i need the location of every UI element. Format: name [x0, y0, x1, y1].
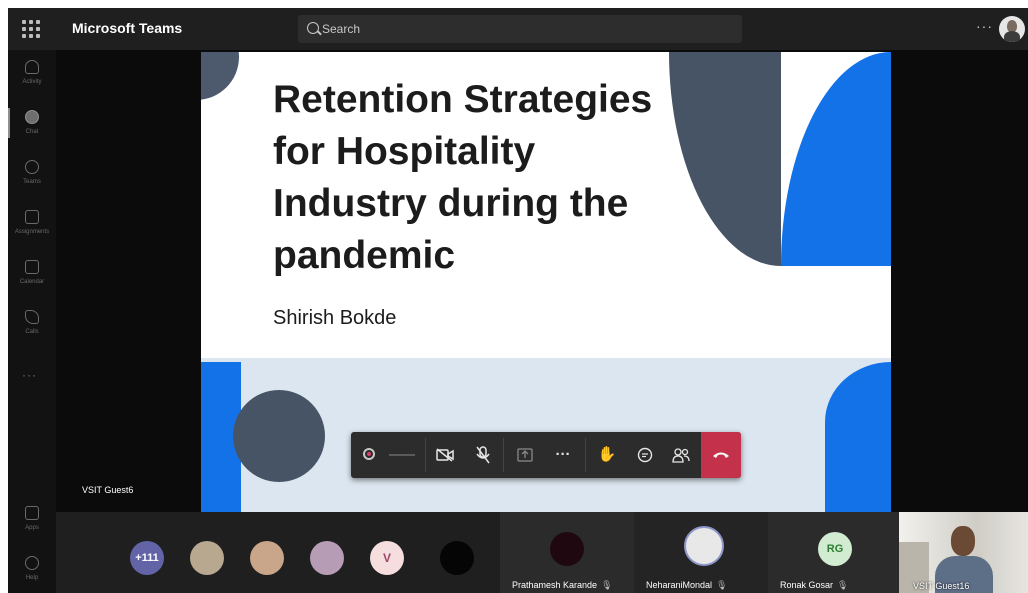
participant-avatar-initials: RG	[818, 532, 852, 566]
slide-decor-circle-dark	[233, 390, 325, 482]
participant-tile[interactable]: RG Ronak Gosar 🎙	[768, 512, 899, 593]
title-bar: Microsoft Teams Search ···	[8, 8, 1028, 50]
overflow-participants-button[interactable]: +111	[130, 541, 164, 575]
call-controls: ··· ✋	[351, 432, 741, 478]
slide-decor-circle	[201, 52, 239, 100]
bell-icon	[25, 60, 39, 74]
rail-label: Assignments	[14, 229, 50, 235]
rail-item-chat[interactable]: Chat	[8, 106, 56, 152]
participant-tile[interactable]: NeharaniMondal 🎙	[634, 512, 768, 593]
rail-item-assignments[interactable]: Assignments	[8, 206, 56, 252]
mic-off-icon: 🎙	[601, 580, 613, 590]
chat-icon[interactable]	[627, 432, 663, 478]
more-options-icon[interactable]: ···	[976, 18, 993, 34]
participant-name: Prathamesh Karande 🎙	[512, 580, 613, 590]
participant-avatar-initial[interactable]: V	[370, 541, 404, 575]
calendar-icon	[25, 260, 39, 274]
app-launcher-icon[interactable]	[22, 20, 40, 38]
participant-video-tile[interactable]: VSIT Guest16	[899, 512, 1028, 593]
rail-label: Apps	[25, 525, 39, 531]
hang-up-button[interactable]	[701, 432, 741, 478]
participant-avatar[interactable]	[250, 541, 284, 575]
presenter-name: VSIT Guest6	[82, 485, 134, 495]
more-apps-icon[interactable]: ···	[22, 368, 37, 382]
rail-label: Calls	[25, 329, 39, 335]
rail-item-teams[interactable]: Teams	[8, 156, 56, 202]
app-title: Microsoft Teams	[72, 20, 183, 36]
recording-icon	[363, 448, 375, 460]
rail-item-help[interactable]: Help	[8, 552, 56, 593]
mic-off-icon[interactable]	[465, 432, 501, 478]
rail-label: Teams	[23, 179, 41, 185]
rail-label: Help	[25, 575, 39, 581]
rail-item-calls[interactable]: Calls	[8, 306, 56, 352]
participant-name: VSIT Guest16	[913, 581, 970, 591]
participant-avatar[interactable]	[190, 541, 224, 575]
chat-icon	[25, 110, 39, 124]
search-icon	[307, 22, 319, 34]
more-options-icon[interactable]: ···	[545, 432, 581, 478]
rail-label: Calendar	[19, 279, 45, 285]
rail-item-calendar[interactable]: Calendar	[8, 256, 56, 302]
rail-label: Chat	[25, 129, 39, 135]
slide-decor-leaf-blue	[781, 52, 891, 266]
teams-window: Microsoft Teams Search ··· Activity Chat…	[8, 8, 1028, 593]
assignments-icon	[25, 210, 39, 224]
slide-title: Retention Strategies for Hospitality Ind…	[273, 78, 653, 277]
hang-up-icon	[712, 447, 730, 464]
mic-off-icon: 🎙	[716, 580, 728, 590]
participant-strip: +111 V Prathamesh Karande 🎙 NeharaniMonda…	[56, 512, 1028, 593]
camera-off-icon[interactable]	[427, 432, 463, 478]
rail-item-apps[interactable]: Apps	[8, 502, 56, 548]
apps-icon	[25, 506, 39, 520]
participant-avatar	[550, 532, 584, 566]
teams-icon	[25, 160, 39, 174]
avatar[interactable]	[999, 16, 1025, 42]
search-input[interactable]: Search	[298, 15, 742, 43]
participant-avatar[interactable]	[310, 541, 344, 575]
participant-avatar[interactable]	[440, 541, 474, 575]
rail-item-activity[interactable]: Activity	[8, 56, 56, 102]
phone-icon	[25, 310, 39, 324]
search-placeholder: Search	[322, 22, 361, 36]
participant-tile[interactable]: Prathamesh Karande 🎙	[500, 512, 634, 593]
slide-decor-leaf-dark	[669, 52, 781, 266]
slide-author: Shirish Bokde	[273, 307, 397, 329]
app-bar: Activity Chat Teams Assignments Calendar…	[8, 50, 56, 593]
participant-name: NeharaniMondal 🎙	[646, 580, 728, 590]
raise-hand-icon[interactable]: ✋	[589, 432, 625, 478]
help-icon	[25, 556, 39, 570]
rail-label: Activity	[22, 79, 42, 85]
participant-name: Ronak Gosar 🎙	[780, 580, 849, 590]
participants-icon[interactable]	[663, 432, 699, 478]
call-timer	[389, 454, 415, 456]
share-tray-icon[interactable]	[507, 432, 543, 478]
participant-avatar	[684, 526, 724, 566]
mic-off-icon: 🎙	[837, 580, 849, 590]
